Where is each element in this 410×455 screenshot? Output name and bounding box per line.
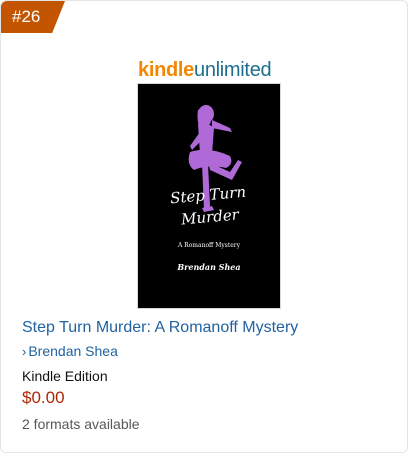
chevron-right-icon: › — [22, 344, 27, 359]
formats-available-label: 2 formats available — [22, 416, 140, 432]
product-card[interactable]: #26 kindleunlimited Step Turn Murder A R… — [0, 0, 408, 453]
cover-author: Brendan Shea — [177, 262, 241, 272]
book-title-link[interactable]: Step Turn Murder: A Romanoff Mystery — [22, 318, 298, 338]
author-link[interactable]: › Brendan Shea — [22, 342, 118, 361]
rank-badge: #26 — [1, 1, 65, 33]
kindle-unlimited-logo: kindleunlimited — [138, 59, 280, 81]
logo-kindle-text: kindle — [138, 59, 194, 81]
cover-subtitle: A Romanoff Mystery — [177, 242, 241, 249]
logo-unlimited-text: unlimited — [194, 59, 272, 81]
book-cover-image[interactable]: Step Turn Murder A Romanoff Mystery Bren… — [138, 84, 280, 308]
rank-label: #26 — [12, 7, 41, 26]
author-name: Brendan Shea — [28, 343, 118, 359]
edition-label: Kindle Edition — [22, 368, 108, 384]
price-label[interactable]: $0.00 — [22, 387, 65, 409]
